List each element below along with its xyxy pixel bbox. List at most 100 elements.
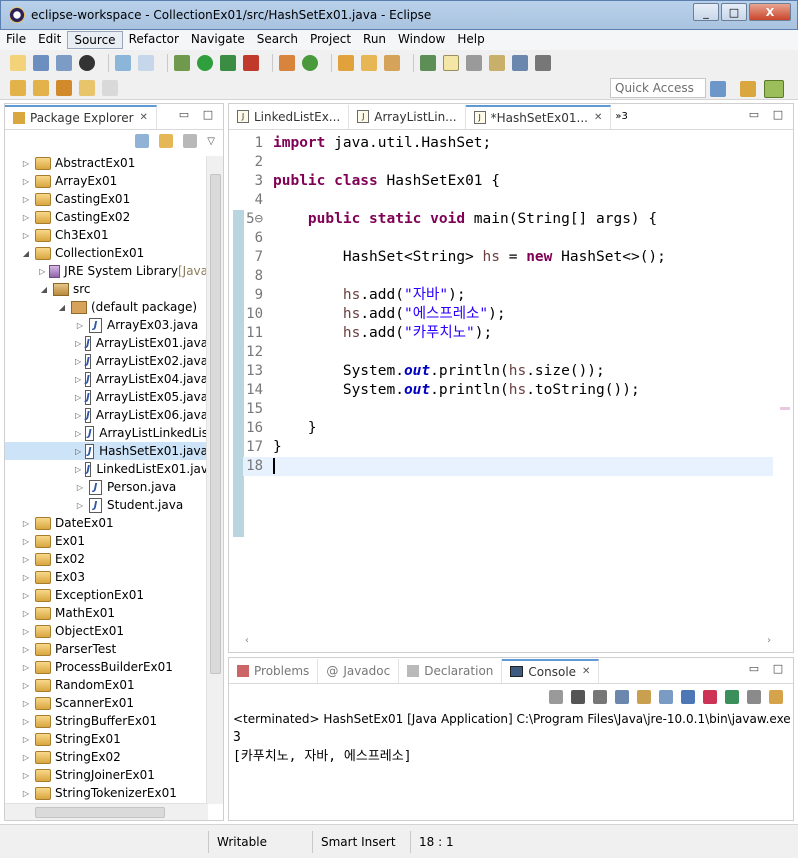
save-icon[interactable]	[33, 55, 49, 71]
open-console-icon[interactable]	[769, 690, 783, 704]
terminate-icon[interactable]	[549, 690, 563, 704]
menu-help[interactable]: Help	[451, 31, 490, 49]
close-icon[interactable]: ✕	[594, 112, 602, 123]
tab-package-explorer[interactable]: Package Explorer ✕	[5, 104, 157, 129]
collapsed-twisty-icon[interactable]: ▷	[75, 411, 81, 420]
tree-horizontal-scrollbar[interactable]	[5, 803, 208, 820]
pin-console-icon[interactable]	[725, 690, 739, 704]
collapsed-twisty-icon[interactable]: ▷	[21, 681, 31, 690]
tree-item[interactable]: ▷ CastingEx01	[5, 190, 208, 208]
menu-search[interactable]: Search	[251, 31, 304, 49]
coverage-icon[interactable]	[220, 55, 236, 71]
collapsed-twisty-icon[interactable]: ▷	[21, 771, 31, 780]
code-line[interactable]: 1 import java.util.HashSet;	[243, 134, 773, 153]
menu-navigate[interactable]: Navigate	[185, 31, 251, 49]
tree-item[interactable]: ▷ Ex01	[5, 532, 208, 550]
scroll-lock-icon[interactable]	[637, 690, 651, 704]
maximize-view-icon[interactable]: □	[201, 109, 215, 122]
remove-all-icon[interactable]	[593, 690, 607, 704]
tree-item[interactable]: ▷ AbstractEx01	[5, 154, 208, 172]
tree-item[interactable]: ▷ J ArrayListEx06.java	[5, 406, 208, 424]
maximize-view-icon[interactable]: □	[771, 109, 785, 122]
new-icon[interactable]	[10, 55, 26, 71]
collapsed-twisty-icon[interactable]: ▷	[21, 735, 31, 744]
collapsed-twisty-icon[interactable]: ▷	[21, 645, 31, 654]
tab-declaration[interactable]: Declaration	[399, 658, 503, 683]
tree-item[interactable]: ▷ DateEx01	[5, 514, 208, 532]
view-menu-icon[interactable]: ▽	[207, 136, 215, 147]
tree-item[interactable]: ▷ StringEx02	[5, 748, 208, 766]
code-line[interactable]: 17}	[243, 438, 773, 457]
link-with-editor-icon[interactable]	[159, 134, 174, 148]
collapsed-twisty-icon[interactable]: ▷	[21, 231, 31, 240]
tree-item[interactable]: ▷ Ex02	[5, 550, 208, 568]
code-line[interactable]: 4	[243, 191, 773, 210]
minimize-view-icon[interactable]: ▭	[177, 109, 191, 122]
skip-breakpoints-icon[interactable]	[138, 55, 154, 71]
tree-item[interactable]: ▷ RandomEx01	[5, 676, 208, 694]
tree-item[interactable]: ▷ JRE System Library [Java	[5, 262, 208, 280]
code-line[interactable]: 16 }	[243, 419, 773, 438]
editor-horizontal-scrollbar[interactable]: ‹ ›	[243, 634, 773, 650]
tree-item[interactable]: ▷ StringTokenizerEx01	[5, 784, 208, 802]
tree-item[interactable]: ▷ CastingEx02	[5, 208, 208, 226]
quick-access-field[interactable]: Quick Access	[610, 78, 706, 98]
toggle-mark-occurrences-icon[interactable]	[420, 55, 436, 71]
tab-hashset[interactable]: J *HashSetEx01... ✕	[465, 104, 612, 129]
new-java-class-icon[interactable]	[302, 55, 318, 71]
menu-file[interactable]: File	[0, 31, 32, 49]
close-icon[interactable]: ✕	[140, 112, 148, 123]
tab-arraylistlinked[interactable]: J ArrayListLin...	[349, 104, 466, 129]
open-type-icon[interactable]	[338, 55, 354, 71]
code-line[interactable]: 6	[243, 229, 773, 248]
minimize-button[interactable]: _	[693, 3, 719, 21]
collapsed-twisty-icon[interactable]: ▷	[21, 663, 31, 672]
scroll-right-icon[interactable]: ›	[767, 635, 771, 646]
tree-item[interactable]: ▷ StringEx01	[5, 730, 208, 748]
tab-javadoc[interactable]: @ Javadoc	[318, 658, 400, 683]
menu-refactor[interactable]: Refactor	[123, 31, 185, 49]
tree-item[interactable]: ▷ ProcessBuilderEx01	[5, 658, 208, 676]
collapsed-twisty-icon[interactable]: ▷	[75, 357, 81, 366]
tree-item[interactable]: ▷ ParserTest	[5, 640, 208, 658]
last-edit-location-icon[interactable]	[56, 79, 72, 96]
collapsed-twisty-icon[interactable]: ▷	[75, 339, 81, 348]
run-icon[interactable]	[197, 55, 213, 71]
tree-item[interactable]: ▷ Ex03	[5, 568, 208, 586]
menu-window[interactable]: Window	[392, 31, 451, 49]
save-all-icon[interactable]	[56, 55, 72, 71]
close-icon[interactable]: ✕	[582, 666, 590, 677]
clear-console-icon[interactable]	[615, 690, 629, 704]
tree-item[interactable]: ▷ ObjectEx01	[5, 622, 208, 640]
collapsed-twisty-icon[interactable]: ▷	[75, 501, 85, 510]
collapsed-twisty-icon[interactable]: ▷	[21, 699, 31, 708]
code-line[interactable]: 12	[243, 343, 773, 362]
code-line[interactable]: 8	[243, 267, 773, 286]
code-line[interactable]: 9 hs.add("자바");	[243, 286, 773, 305]
external-tools-icon[interactable]	[243, 55, 259, 71]
expanded-twisty-icon[interactable]: ◢	[57, 303, 67, 312]
java-ee-perspective-icon[interactable]	[740, 81, 756, 97]
tree-item[interactable]: ▷ J ArrayEx03.java	[5, 316, 208, 334]
collapsed-twisty-icon[interactable]: ▷	[21, 753, 31, 762]
expanded-twisty-icon[interactable]: ◢	[39, 285, 49, 294]
tree-item[interactable]: ▷ ArrayEx01	[5, 172, 208, 190]
collapsed-twisty-icon[interactable]: ▷	[21, 537, 31, 546]
code-line[interactable]: 2	[243, 153, 773, 172]
show-on-stderr-icon[interactable]	[703, 690, 717, 704]
previous-annotation-icon[interactable]	[33, 79, 49, 96]
tree-item[interactable]: ◢ (default package)	[5, 298, 208, 316]
close-button[interactable]: X	[749, 3, 791, 21]
tree-item[interactable]: ▷ Ch3Ex01	[5, 226, 208, 244]
tree-item[interactable]: ▷ MathEx01	[5, 604, 208, 622]
console-output[interactable]: 3 [카푸치노, 자바, 에스프레소]	[229, 728, 793, 766]
code-line[interactable]: 18	[243, 457, 773, 476]
code-line[interactable]: 5⊖ public static void main(String[] args…	[243, 210, 773, 229]
collapsed-twisty-icon[interactable]: ▷	[75, 465, 81, 474]
collapsed-twisty-icon[interactable]: ▷	[39, 267, 45, 276]
minimize-view-icon[interactable]: ▭	[747, 663, 761, 676]
next-annotation-icon[interactable]	[10, 79, 26, 96]
code-line[interactable]: 15	[243, 400, 773, 419]
menu-run[interactable]: Run	[357, 31, 392, 49]
collapsed-twisty-icon[interactable]: ▷	[21, 573, 31, 582]
